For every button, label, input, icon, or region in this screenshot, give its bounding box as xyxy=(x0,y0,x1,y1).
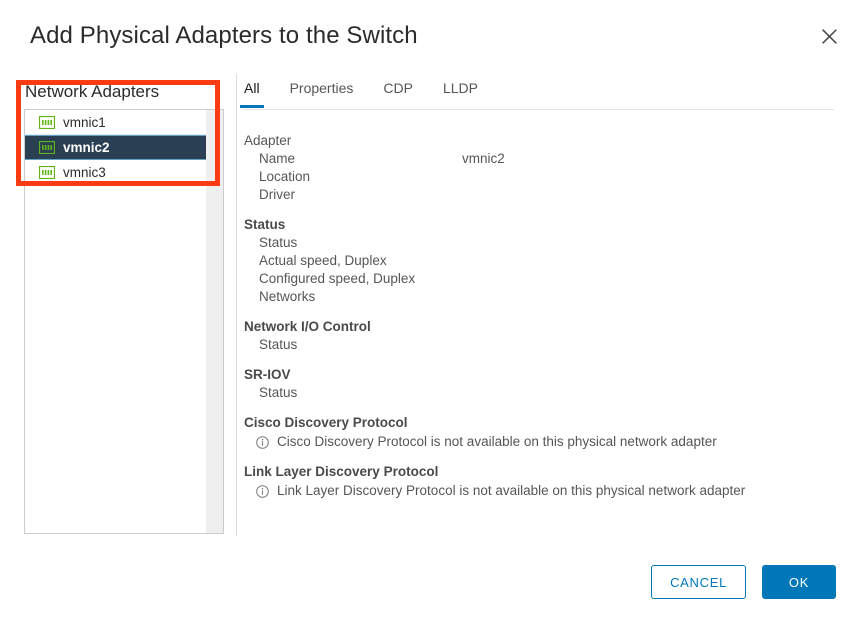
list-item-label: vmnic1 xyxy=(63,115,106,130)
tab-properties[interactable]: Properties xyxy=(290,78,354,107)
detail-row: Name vmnic2 xyxy=(244,150,834,168)
detail-row: Location xyxy=(244,168,834,186)
list-scrollbar[interactable] xyxy=(206,110,223,533)
detail-label: Location xyxy=(259,169,310,184)
detail-group-adapter: Adapter Name vmnic2 Location Driver xyxy=(244,132,834,204)
tab-cdp[interactable]: CDP xyxy=(383,78,413,107)
adapter-details-panel: All Properties CDP LLDP Adapter Name vmnic2… xyxy=(244,78,834,500)
group-heading-adapter: Adapter xyxy=(244,132,834,150)
detail-row: Actual speed, Duplex xyxy=(244,252,834,270)
info-icon xyxy=(256,435,269,448)
detail-row: Networks xyxy=(244,288,834,306)
detail-row: Configured speed, Duplex xyxy=(244,270,834,288)
detail-row: Status xyxy=(244,234,834,252)
dialog-header: Add Physical Adapters to the Switch xyxy=(0,0,862,68)
dialog-footer: CANCEL OK xyxy=(651,565,836,599)
details-content: Adapter Name vmnic2 Location Driver Stat… xyxy=(244,110,834,500)
page-title: Add Physical Adapters to the Switch xyxy=(30,22,418,50)
network-adapters-title: Network Adapters xyxy=(25,82,159,102)
network-adapter-icon xyxy=(39,141,63,154)
cdp-info-text: Cisco Discovery Protocol is not availabl… xyxy=(277,434,717,449)
detail-label: Status xyxy=(259,385,297,400)
detail-label: Networks xyxy=(259,289,315,304)
group-heading-cisco-discovery-protocol: Cisco Discovery Protocol xyxy=(244,414,834,432)
detail-group-network-io-control: Network I/O Control Status xyxy=(244,318,834,354)
group-heading-network-io-control: Network I/O Control xyxy=(244,318,834,336)
add-physical-adapters-dialog: Add Physical Adapters to the Switch Netw… xyxy=(0,0,862,617)
group-heading-link-layer-discovery-protocol: Link Layer Discovery Protocol xyxy=(244,463,834,481)
detail-row: Driver xyxy=(244,186,834,204)
detail-label: Driver xyxy=(259,187,295,202)
cancel-button[interactable]: CANCEL xyxy=(651,565,746,599)
network-adapters-list: vmnic1 vmnic2 vmnic3 xyxy=(25,110,207,185)
network-adapters-listbox[interactable]: vmnic1 vmnic2 vmnic3 xyxy=(24,109,224,534)
network-adapters-panel: Network Adapters vmnic1 vmnic2 vmnic3 xyxy=(18,82,224,534)
info-icon xyxy=(256,484,269,497)
group-heading-sr-iov: SR-IOV xyxy=(244,366,834,384)
group-heading-status: Status xyxy=(244,216,834,234)
detail-label: Configured speed, Duplex xyxy=(259,271,415,286)
detail-label: Status xyxy=(259,235,297,250)
lldp-info-note: Link Layer Discovery Protocol is not ava… xyxy=(244,481,834,500)
detail-value: vmnic2 xyxy=(462,150,505,168)
tab-bar: All Properties CDP LLDP xyxy=(244,78,834,110)
panel-divider xyxy=(236,74,237,536)
cdp-info-note: Cisco Discovery Protocol is not availabl… xyxy=(244,432,834,451)
list-item-vmnic1[interactable]: vmnic1 xyxy=(25,110,207,135)
close-button[interactable] xyxy=(816,23,842,49)
detail-row: Status xyxy=(244,336,834,354)
list-item-vmnic3[interactable]: vmnic3 xyxy=(25,160,207,185)
tab-lldp[interactable]: LLDP xyxy=(443,78,478,107)
network-adapter-icon xyxy=(39,116,63,129)
detail-group-status: Status Status Actual speed, Duplex Confi… xyxy=(244,216,834,306)
detail-group-link-layer-discovery-protocol: Link Layer Discovery Protocol Link Layer… xyxy=(244,463,834,500)
close-icon xyxy=(821,28,838,45)
tab-all[interactable]: All xyxy=(244,78,260,107)
detail-group-sr-iov: SR-IOV Status xyxy=(244,366,834,402)
lldp-info-text: Link Layer Discovery Protocol is not ava… xyxy=(277,483,745,498)
list-item-label: vmnic3 xyxy=(63,165,106,180)
detail-group-cisco-discovery-protocol: Cisco Discovery Protocol Cisco Discovery… xyxy=(244,414,834,451)
list-item-label: vmnic2 xyxy=(63,140,110,155)
network-adapter-icon xyxy=(39,166,63,179)
detail-row: Status xyxy=(244,384,834,402)
list-item-vmnic2[interactable]: vmnic2 xyxy=(25,135,207,160)
detail-label: Name xyxy=(259,151,295,166)
detail-label: Status xyxy=(259,337,297,352)
ok-button[interactable]: OK xyxy=(762,565,836,599)
detail-label: Actual speed, Duplex xyxy=(259,253,387,268)
